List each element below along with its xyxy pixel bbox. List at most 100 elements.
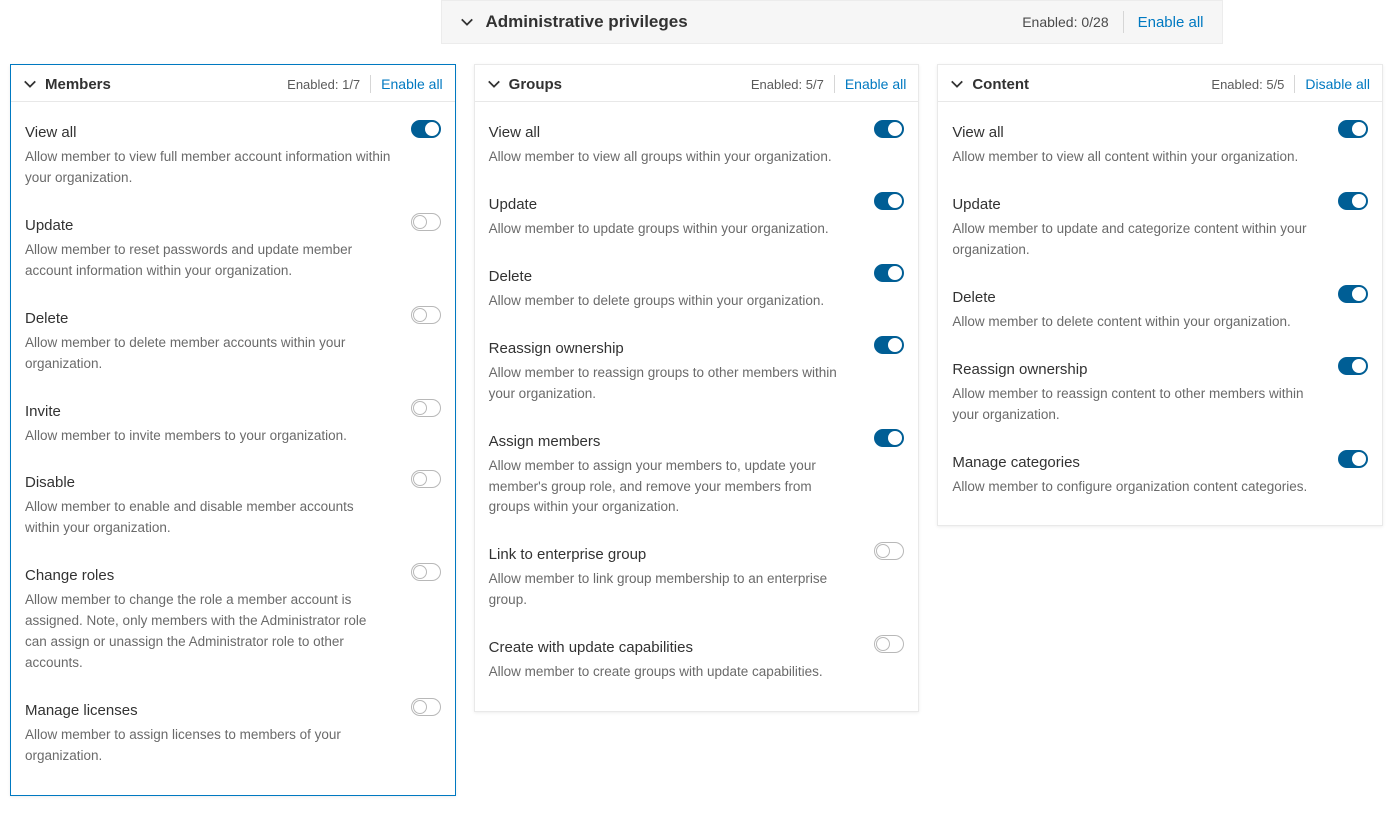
privilege-description: Allow member to change the role a member… — [25, 590, 441, 674]
toggle-knob — [888, 122, 902, 136]
panel-enabled-count: Enabled: 5/7 — [751, 77, 824, 92]
privilege-description: Allow member to update and categorize co… — [952, 219, 1368, 261]
privilege-item: Update Allow member to update and categor… — [952, 182, 1368, 275]
privilege-description: Allow member to reset passwords and upda… — [25, 240, 441, 282]
panel-enabled-count: Enabled: 5/5 — [1211, 77, 1284, 92]
privilege-title: Change roles — [25, 567, 441, 584]
privilege-toggle[interactable] — [874, 120, 904, 138]
privilege-description: Allow member to view all content within … — [952, 147, 1368, 168]
privilege-toggle[interactable] — [1338, 357, 1368, 375]
privilege-toggle[interactable] — [1338, 450, 1368, 468]
privilege-item: Create with update capabilitiesAllow mem… — [489, 625, 905, 697]
privilege-item: Invite Allow member to invite members to … — [25, 389, 441, 461]
privilege-toggle[interactable] — [874, 336, 904, 354]
privilege-toggle[interactable] — [1338, 285, 1368, 303]
panel-enabled-count: Enabled: 1/7 — [287, 77, 360, 92]
privilege-description: Allow member to delete groups within you… — [489, 291, 905, 312]
chevron-down-icon — [487, 77, 501, 91]
privilege-title: Delete — [952, 289, 1368, 306]
privilege-toggle[interactable] — [874, 542, 904, 560]
panel-title: Members — [45, 76, 287, 93]
panel-header-members[interactable]: MembersEnabled: 1/7 Enable all — [11, 65, 455, 102]
privilege-item: Delete Allow member to delete groups with… — [489, 254, 905, 326]
admin-privileges-header[interactable]: Administrative privileges Enabled: 0/28 … — [441, 0, 1223, 44]
privilege-item: Reassign ownership Allow member to reassi… — [489, 326, 905, 419]
enable-all-link[interactable]: Enable all — [381, 76, 443, 92]
privilege-item: Update Allow member to reset passwords an… — [25, 203, 441, 296]
privilege-toggle[interactable] — [874, 635, 904, 653]
privilege-toggle[interactable] — [1338, 120, 1368, 138]
panel-header-content[interactable]: ContentEnabled: 5/5 Disable all — [938, 65, 1382, 102]
toggle-knob — [413, 308, 427, 322]
privilege-list: View allAllow member to view all content… — [938, 102, 1382, 525]
divider — [1123, 11, 1124, 33]
toggle-knob — [413, 700, 427, 714]
privilege-item: Assign membersAllow member to assign you… — [489, 419, 905, 533]
privilege-description: Allow member to enable and disable membe… — [25, 497, 441, 539]
privilege-title: Disable — [25, 474, 441, 491]
divider — [834, 75, 835, 93]
privilege-toggle[interactable] — [411, 470, 441, 488]
privilege-title: Delete — [25, 310, 441, 327]
privilege-item: View allAllow member to view all groups … — [489, 110, 905, 182]
privilege-item: Disable Allow member to enable and disabl… — [25, 460, 441, 553]
toggle-knob — [1352, 287, 1366, 301]
privilege-description: Allow member to assign licenses to membe… — [25, 725, 441, 767]
privilege-description: Allow member to delete member accounts w… — [25, 333, 441, 375]
privilege-toggle[interactable] — [411, 120, 441, 138]
privilege-toggle[interactable] — [411, 399, 441, 417]
privilege-title: Manage categories — [952, 454, 1368, 471]
privilege-title: Update — [952, 196, 1368, 213]
privilege-title: Invite — [25, 403, 441, 420]
privilege-item: Manage licensesAllow member to assign li… — [25, 688, 441, 781]
toggle-knob — [888, 266, 902, 280]
privilege-description: Allow member to configure organization c… — [952, 477, 1368, 498]
enable-all-link[interactable]: Enable all — [1138, 14, 1204, 31]
privilege-title: Delete — [489, 268, 905, 285]
privilege-title: Reassign ownership — [489, 340, 905, 357]
privilege-toggle[interactable] — [411, 698, 441, 716]
privilege-list: View allAllow member to view all groups … — [475, 102, 919, 711]
privilege-description: Allow member to reassign groups to other… — [489, 363, 905, 405]
privilege-item: Manage categories Allow member to configu… — [952, 440, 1368, 512]
privilege-toggle[interactable] — [874, 264, 904, 282]
toggle-knob — [888, 338, 902, 352]
panel-title: Content — [972, 76, 1211, 93]
privilege-toggle[interactable] — [411, 213, 441, 231]
privilege-item: Update Allow member to update groups with… — [489, 182, 905, 254]
toggle-knob — [1352, 359, 1366, 373]
privilege-title: Update — [489, 196, 905, 213]
toggle-knob — [413, 215, 427, 229]
privilege-description: Allow member to create groups with updat… — [489, 662, 905, 683]
privilege-toggle[interactable] — [1338, 192, 1368, 210]
admin-privileges-title: Administrative privileges — [486, 12, 1023, 32]
privilege-item: Link to enterprise groupAllow member to … — [489, 532, 905, 625]
panel-header-groups[interactable]: GroupsEnabled: 5/7Enable all — [475, 65, 919, 102]
privilege-toggle[interactable] — [874, 429, 904, 447]
privilege-description: Allow member to invite members to your o… — [25, 426, 441, 447]
divider — [370, 75, 371, 93]
panel-members: MembersEnabled: 1/7 Enable all View allAll… — [10, 64, 456, 796]
privilege-description: Allow member to view full member account… — [25, 147, 441, 189]
privilege-description: Allow member to update groups within you… — [489, 219, 905, 240]
privilege-description: Allow member to link group membership to… — [489, 569, 905, 611]
privilege-item: View allAllow member to view all content… — [952, 110, 1368, 182]
privilege-title: Reassign ownership — [952, 361, 1368, 378]
privilege-toggle[interactable] — [411, 306, 441, 324]
privilege-description: Allow member to view all groups within y… — [489, 147, 905, 168]
privilege-toggle[interactable] — [874, 192, 904, 210]
admin-privileges-enabled-count: Enabled: 0/28 — [1022, 14, 1108, 30]
chevron-down-icon — [460, 15, 474, 29]
privilege-item: View allAllow member to view full member… — [25, 110, 441, 203]
toggle-knob — [1352, 122, 1366, 136]
toggle-knob — [876, 544, 890, 558]
toggle-knob — [888, 431, 902, 445]
chevron-down-icon — [950, 77, 964, 91]
privilege-item: Delete Allow member to delete member acco… — [25, 296, 441, 389]
privilege-toggle[interactable] — [411, 563, 441, 581]
privilege-title: Assign members — [489, 433, 905, 450]
enable-all-link[interactable]: Enable all — [845, 76, 907, 92]
toggle-knob — [876, 637, 890, 651]
privilege-title: Update — [25, 217, 441, 234]
disable-all-link[interactable]: Disable all — [1305, 76, 1370, 92]
